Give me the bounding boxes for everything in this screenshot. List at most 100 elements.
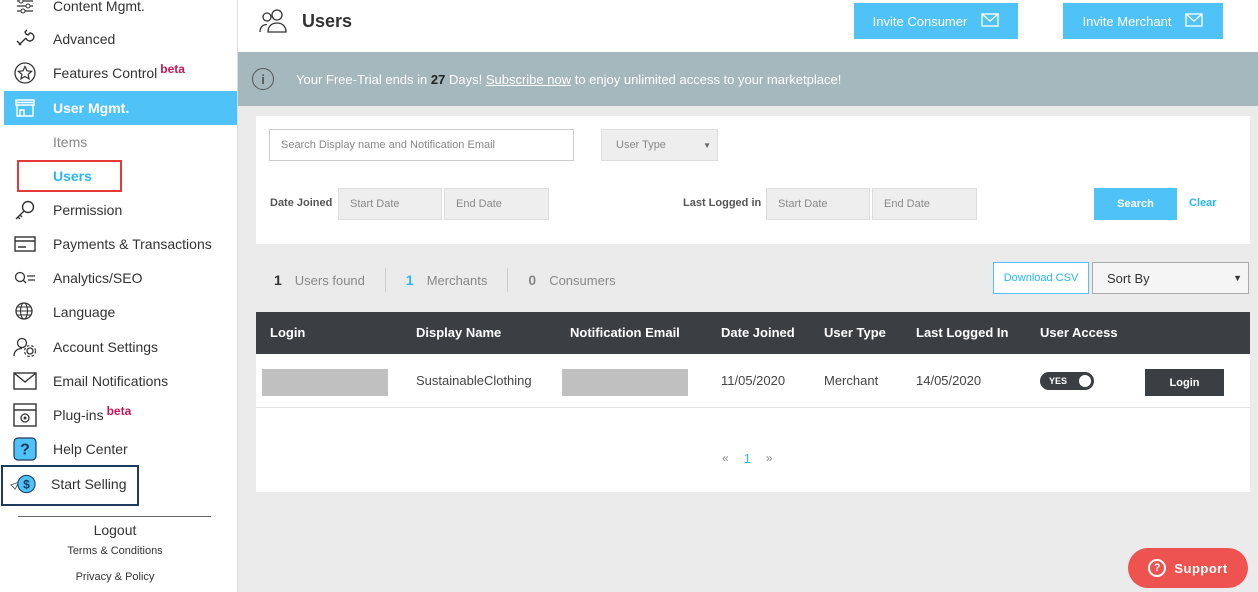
divider <box>384 268 386 292</box>
user-type-label: User Type <box>616 139 666 151</box>
sidebar-item-label: Language <box>53 304 116 320</box>
sidebar-item-account-settings[interactable]: Account Settings <box>4 330 237 364</box>
toggle-knob <box>1079 375 1091 387</box>
sidebar-item-features-control[interactable]: Features Control beta <box>4 56 237 90</box>
sort-by-label: Sort By <box>1107 270 1150 286</box>
logged-start-date[interactable]: Start Date <box>766 188 870 220</box>
caret-down-icon: ▼ <box>1233 273 1242 283</box>
download-csv-button[interactable]: Download CSV <box>993 262 1089 294</box>
column-header: Last Logged In <box>916 325 1009 340</box>
store-icon <box>12 96 38 120</box>
merchants-count: 1 <box>405 272 414 288</box>
redacted-login <box>262 369 388 396</box>
redacted-email <box>562 369 688 396</box>
date-joined-label: Date Joined <box>270 197 333 209</box>
trial-banner: i Your Free-Trial ends in 27 Days! Subsc… <box>238 52 1258 106</box>
support-label: Support <box>1174 560 1228 576</box>
sidebar-item-user-mgmt[interactable]: User Mgmt. <box>4 91 237 125</box>
users-icon <box>258 8 288 39</box>
table-header: Login Display Name Notification Email Da… <box>256 312 1250 354</box>
divider <box>507 268 509 292</box>
users-table: Login Display Name Notification Email Da… <box>256 312 1250 492</box>
user-gear-icon <box>12 335 38 359</box>
sidebar-item-permission[interactable]: Permission <box>4 193 237 227</box>
sliders-icon <box>12 0 38 18</box>
subscribe-link[interactable]: Subscribe now <box>486 72 571 87</box>
users-count: 1 <box>274 272 282 288</box>
terms-link[interactable]: Terms & Conditions <box>0 545 230 557</box>
logout-link[interactable]: Logout <box>0 522 230 538</box>
sidebar-item-label: Content Mgmt. <box>53 0 145 14</box>
sidebar-item-label: Email Notifications <box>53 373 169 389</box>
sidebar-subitem-items[interactable]: Items <box>53 134 87 150</box>
user-counts: 1 Users found 1 Merchants 0 Consumers <box>274 268 616 292</box>
column-header: Notification Email <box>570 325 680 340</box>
invite-merchant-button[interactable]: Invite Merchant <box>1063 3 1223 39</box>
help-icon: ? <box>12 437 38 461</box>
toggle-label: YES <box>1049 376 1068 386</box>
page-header: Users Invite Consumer Invite Merchant <box>238 0 1258 52</box>
sidebar: Content Mgmt. Advanced Features Control … <box>0 0 238 592</box>
sidebar-item-plugins[interactable]: Plug-ins beta <box>4 398 237 432</box>
sidebar-item-payments[interactable]: Payments & Transactions <box>4 227 237 261</box>
svg-text:?: ? <box>20 442 30 459</box>
pagination: « 1 » <box>722 451 773 466</box>
invite-consumer-button[interactable]: Invite Consumer <box>854 3 1018 39</box>
consumers-count: 0 <box>528 272 537 288</box>
sidebar-item-label: Features Control <box>53 65 158 81</box>
joined-end-date[interactable]: End Date <box>444 188 549 220</box>
column-header: User Access <box>1040 325 1118 340</box>
sidebar-divider <box>18 516 211 517</box>
next-page-link[interactable]: » <box>766 451 773 466</box>
display-name-cell: SustainableClothing <box>416 373 532 388</box>
envelope-icon <box>1185 12 1204 30</box>
column-header: Date Joined <box>721 325 795 340</box>
search-input[interactable]: Search Display name and Notification Ema… <box>269 129 574 161</box>
star-icon <box>12 61 38 85</box>
beta-badge: beta <box>106 404 132 418</box>
credit-card-icon <box>12 232 38 256</box>
highlight-box-users <box>17 160 122 192</box>
sidebar-item-label: User Mgmt. <box>53 100 130 116</box>
joined-start-date[interactable]: Start Date <box>338 188 442 220</box>
invite-merchant-label: Invite Merchant <box>1082 13 1172 29</box>
sidebar-item-help-center[interactable]: ? Help Center <box>4 432 237 466</box>
column-header: Login <box>270 325 306 340</box>
date-joined-cell: 11/05/2020 <box>721 373 786 388</box>
user-access-toggle[interactable]: YES <box>1040 372 1094 390</box>
sidebar-item-label: Analytics/SEO <box>53 270 143 286</box>
sidebar-item-label: Payments & Transactions <box>53 236 212 252</box>
highlight-box-start-selling <box>1 465 139 506</box>
sidebar-item-email-notifications[interactable]: Email Notifications <box>4 364 237 398</box>
prev-page-link[interactable]: « <box>722 451 729 466</box>
envelope-icon <box>981 12 999 30</box>
filter-panel: Search Display name and Notification Ema… <box>256 116 1250 244</box>
table-row: SustainableClothing 11/05/2020 Merchant … <box>256 354 1250 408</box>
sidebar-item-content-mgmt[interactable]: Content Mgmt. <box>4 0 237 23</box>
sidebar-item-analytics[interactable]: Analytics/SEO <box>4 261 237 295</box>
search-button[interactable]: Search <box>1094 188 1177 220</box>
support-button[interactable]: ? Support <box>1128 548 1248 588</box>
sidebar-item-label: Permission <box>53 202 123 218</box>
clear-button[interactable]: Clear <box>1189 197 1217 209</box>
users-count-label: Users found <box>294 272 365 288</box>
sidebar-item-advanced[interactable]: Advanced <box>4 22 237 56</box>
sort-by-select[interactable]: Sort By ▼ <box>1092 262 1249 294</box>
question-icon: ? <box>1148 559 1167 577</box>
sidebar-item-label: Advanced <box>53 31 116 47</box>
sidebar-item-label: Account Settings <box>53 339 159 355</box>
logged-end-date[interactable]: End Date <box>872 188 977 220</box>
envelope-icon <box>12 369 38 393</box>
key-icon <box>12 198 38 222</box>
beta-badge: beta <box>160 62 185 76</box>
privacy-link[interactable]: Privacy & Policy <box>0 571 230 583</box>
current-page[interactable]: 1 <box>744 451 751 466</box>
merchants-count-label: Merchants <box>426 272 488 288</box>
sidebar-item-language[interactable]: Language <box>4 295 237 329</box>
search-list-icon <box>12 266 38 290</box>
login-as-user-button[interactable]: Login <box>1145 369 1224 396</box>
globe-icon <box>12 300 38 324</box>
user-type-select[interactable]: User Type ▼ <box>601 129 718 161</box>
consumers-count-label: Consumers <box>549 272 616 288</box>
trial-text: Your Free-Trial ends in 27 Days! Subscri… <box>296 71 842 87</box>
